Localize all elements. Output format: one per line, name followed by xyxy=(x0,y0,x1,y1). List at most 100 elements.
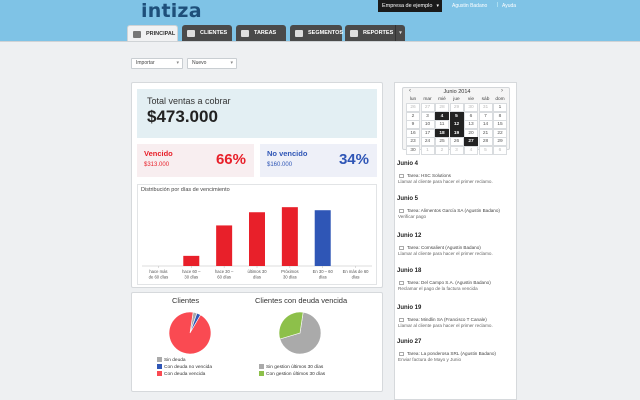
tab-label: SEGMENTOS xyxy=(308,30,344,36)
task-note: Llamar al cliente para hacer el primer r… xyxy=(398,251,493,256)
legend-label: Con gestion últimos 30 días xyxy=(266,372,326,377)
agenda-task[interactable]: Tarea: HSC Solutions xyxy=(399,173,451,178)
overdue-clients-pie-chart xyxy=(278,311,322,355)
company-name: Empresa de ejemplo xyxy=(382,3,433,9)
clients-icon xyxy=(187,30,195,37)
main-tabs: PRINCIPAL CLIENTES TAREAS SEGMENTOS REPO… xyxy=(0,25,640,42)
pie-title-overdue-clients: Clientes con deuda vencida xyxy=(255,296,348,305)
tab-clientes[interactable]: CLIENTES xyxy=(182,25,232,42)
calendar-day[interactable]: 3 xyxy=(449,146,464,155)
caret-down-icon: ▾ xyxy=(436,3,439,9)
bar[interactable] xyxy=(216,225,233,266)
calendar-day[interactable]: 4 xyxy=(464,146,478,155)
calendar-day[interactable]: 5 xyxy=(478,146,493,155)
agenda-date: Junio 12 xyxy=(397,233,422,239)
task-note: Verificar pago xyxy=(398,214,427,219)
x-tick-label: últimos 30 xyxy=(247,269,267,274)
agenda-date: Junio 19 xyxy=(397,305,422,311)
agenda-task[interactable]: Tarea: Comsalient (Agustin Badano) xyxy=(399,245,481,250)
company-selector[interactable]: Empresa de ejemplo ▾ xyxy=(378,0,442,12)
x-tick-label: hace más xyxy=(149,269,167,274)
new-dropdown[interactable]: Nuevo ▾ xyxy=(187,58,237,69)
legend-swatch xyxy=(157,357,162,362)
tab-underline xyxy=(0,41,640,42)
not-overdue-percent: 34% xyxy=(338,151,369,168)
legend-label: Con deuda no vencida xyxy=(164,365,213,370)
calendar: ‹ Junio 2014 › lun mar mié jue vie sáb dom 26 27… xyxy=(402,87,510,155)
new-label: Nuevo xyxy=(192,60,207,66)
bar[interactable] xyxy=(314,210,331,266)
agenda-date: Junio 5 xyxy=(397,196,419,202)
total-receivables-box: Total ventas a cobrar $473.000 xyxy=(137,89,377,138)
task-checkbox[interactable] xyxy=(399,318,404,322)
chevron-down-icon: ▾ xyxy=(230,60,233,66)
agenda-date: Junio 27 xyxy=(397,339,422,345)
clients-pies-panel: Clientes Clientes con deuda vencida Sin … xyxy=(131,292,383,392)
bar[interactable] xyxy=(281,207,298,266)
agenda-task[interactable]: Tarea: Alimentos García SA (Agustin Bada… xyxy=(399,208,500,213)
task-checkbox[interactable] xyxy=(399,281,404,285)
tab-principal[interactable]: PRINCIPAL xyxy=(127,25,178,42)
aging-bar-chart: hace másde 60 díashace 60 –30 díashace 3… xyxy=(142,207,372,280)
tab-reportes[interactable]: REPORTES ▾ xyxy=(345,25,405,42)
legend-swatch xyxy=(259,371,264,376)
x-tick-label: 60 días xyxy=(217,275,231,280)
tab-label: TAREAS xyxy=(254,30,277,36)
agenda-date: Junio 18 xyxy=(397,268,422,274)
intiza-logo[interactable]: intiza xyxy=(141,0,202,22)
task-checkbox[interactable] xyxy=(399,174,404,178)
task-title: Tarea: Comsalient (Agustin Badano) xyxy=(407,245,481,250)
x-tick-label: días xyxy=(319,275,327,280)
calendar-day[interactable]: 30 xyxy=(406,146,420,155)
calendar-day[interactable]: 6 xyxy=(493,146,507,155)
bar[interactable] xyxy=(183,255,200,266)
clients-legend: Sin deuda Con deuda no vencida Con deuda v… xyxy=(157,357,212,378)
task-checkbox[interactable] xyxy=(399,246,404,250)
segments-icon xyxy=(295,30,303,37)
task-checkbox[interactable] xyxy=(399,352,404,356)
bar[interactable] xyxy=(249,212,265,266)
pie-slice[interactable] xyxy=(168,311,212,355)
calendar-day[interactable]: 2 xyxy=(435,146,449,155)
task-title: Tarea: Del Campo S.A. (Agustin Badano) xyxy=(407,280,491,285)
tab-label: CLIENTES xyxy=(200,30,228,36)
tab-label: PRINCIPAL xyxy=(146,31,176,37)
legend-item: Con deuda no vencida xyxy=(157,364,212,371)
legend-swatch xyxy=(259,364,264,369)
x-tick-label: 30 días xyxy=(283,275,297,280)
x-tick-label: hace 30 – xyxy=(215,269,234,274)
x-tick-label: de 60 días xyxy=(149,275,169,280)
task-note: Llamar al cliente para hacer el primer r… xyxy=(398,179,493,184)
x-tick-label: días xyxy=(352,275,360,280)
legend-label: Con deuda vencida xyxy=(164,372,206,377)
overdue-percent: 66% xyxy=(215,151,246,168)
agenda-task[interactable]: Tarea: La ponderosa SRL (Agustin Badano) xyxy=(399,351,496,356)
task-title: Tarea: La ponderosa SRL (Agustin Badano) xyxy=(407,351,496,356)
task-checkbox[interactable] xyxy=(399,209,404,213)
legend-item: Sin gestion últimos 30 días xyxy=(259,364,325,371)
agenda-task[interactable]: Tarea: Del Campo S.A. (Agustin Badano) xyxy=(399,280,491,285)
agenda-task[interactable]: Tarea: Mindlin SA (Francisco T Canale) xyxy=(399,317,487,322)
help-link[interactable]: Ayuda xyxy=(502,3,516,9)
tasks-icon xyxy=(241,30,249,37)
not-overdue-box[interactable]: No vencido $160.000 34% xyxy=(260,144,377,177)
separator: | xyxy=(497,2,499,8)
next-month-icon[interactable]: › xyxy=(501,88,503,94)
import-dropdown[interactable]: Importar ▾ xyxy=(131,58,183,69)
chevron-down-icon[interactable]: ▾ xyxy=(395,25,405,42)
legend-swatch xyxy=(157,371,162,376)
overdue-clients-legend: Sin gestion últimos 30 días Con gestion ú… xyxy=(259,364,325,378)
overdue-box[interactable]: Vencido $313.000 66% xyxy=(137,144,254,177)
tab-label: REPORTES xyxy=(363,30,394,36)
home-icon xyxy=(133,31,141,38)
tab-segmentos[interactable]: SEGMENTOS xyxy=(290,25,344,42)
tab-tareas[interactable]: TAREAS xyxy=(236,25,286,42)
overdue-amount: $313.000 xyxy=(144,162,170,168)
not-overdue-amount: $160.000 xyxy=(267,162,293,168)
legend-item: Sin deuda xyxy=(157,357,212,364)
user-link[interactable]: Agustin Badano xyxy=(452,3,487,9)
agenda-date: Junio 4 xyxy=(397,161,419,167)
task-title: Tarea: HSC Solutions xyxy=(407,173,451,178)
calendar-day[interactable]: 1 xyxy=(420,146,435,155)
x-tick-label: Próximos xyxy=(281,269,298,274)
